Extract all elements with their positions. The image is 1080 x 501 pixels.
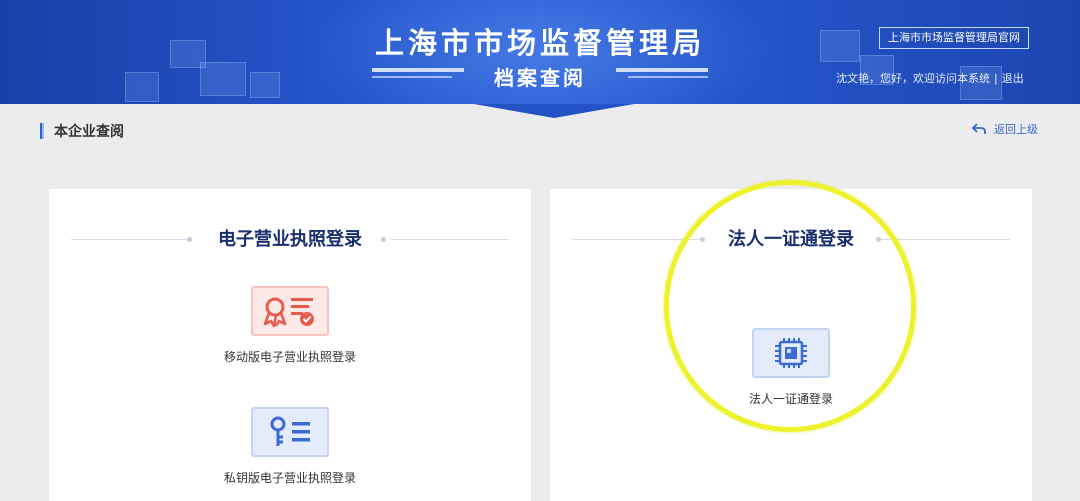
section-heading: 法人一证通登录 [550, 225, 1032, 255]
chip-icon-box [752, 328, 830, 378]
back-label: 返回上级 [994, 123, 1038, 136]
welcome-text: 沈文艳，您好，欢迎访问本系统 [836, 72, 990, 85]
legal-person-card-login-option[interactable]: 法人一证通登录 [691, 328, 891, 407]
user-welcome: 沈文艳，您好，欢迎访问本系统 | 退出 [836, 70, 1024, 86]
title-accent-bar [40, 123, 44, 139]
certificate-icon [263, 297, 314, 328]
back-button[interactable]: 返回上级 [972, 121, 1038, 137]
business-license-login-panel: 电子营业执照登录 移动版电子营业执照登录 私钥版电子营业执照登录 [49, 189, 531, 501]
official-site-link[interactable]: 上海市市场监督管理局官网 [879, 27, 1029, 49]
chip-icon [775, 338, 807, 368]
section-heading-label: 电子营业执照登录 [218, 229, 362, 250]
logout-link[interactable]: 退出 [1002, 72, 1024, 85]
page-title-area: 本企业查阅 [40, 121, 124, 141]
banner-cube-decoration [820, 30, 860, 62]
sub-title: 档案查阅 [494, 66, 586, 90]
banner-notch [474, 104, 634, 118]
mobile-license-login-option[interactable]: 移动版电子营业执照登录 [190, 286, 390, 365]
option-label: 法人一证通登录 [748, 392, 833, 406]
top-banner: 上海市市场监督管理局 档案查阅 上海市市场监督管理局官网 沈文艳，您好，欢迎访问… [0, 0, 1080, 104]
option-label: 私钥版电子营业执照登录 [223, 471, 356, 485]
section-heading: 电子营业执照登录 [49, 225, 531, 255]
certificate-icon-box [251, 286, 329, 336]
key-icon-box [251, 407, 329, 457]
option-label: 移动版电子营业执照登录 [223, 350, 356, 364]
site-title: 上海市市场监督管理局 [374, 26, 705, 60]
key-icon [270, 416, 310, 446]
legal-person-login-panel: 法人一证通登录 法人一证通登录 [550, 189, 1032, 501]
banner-cube-decoration [125, 72, 159, 102]
banner-cube-decoration [200, 62, 246, 96]
section-heading-label: 法人一证通登录 [728, 229, 854, 250]
banner-cube-decoration [250, 72, 280, 98]
page-title: 本企业查阅 [54, 124, 124, 140]
welcome-separator: | [994, 72, 998, 85]
private-key-license-login-option[interactable]: 私钥版电子营业执照登录 [190, 407, 390, 486]
return-arrow-icon [972, 123, 986, 134]
